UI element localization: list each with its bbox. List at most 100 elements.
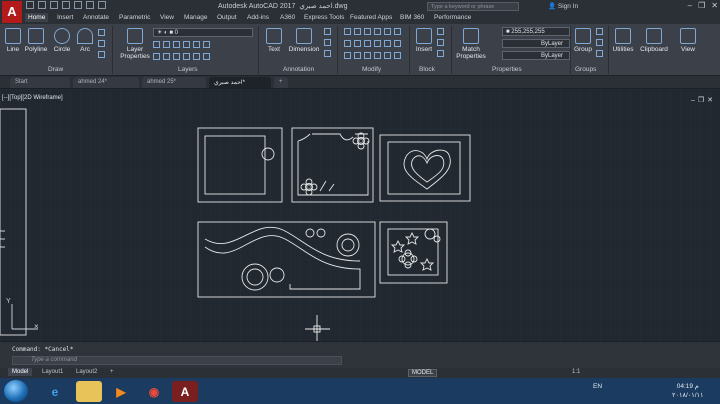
fillet-icon[interactable] bbox=[364, 40, 371, 47]
media-player-icon[interactable]: ▶ bbox=[108, 381, 134, 402]
command-input[interactable]: Type a command bbox=[12, 356, 342, 365]
doc-tab-ahmed-25[interactable]: ahmed 25* bbox=[142, 77, 206, 88]
layer-current-icon[interactable] bbox=[203, 53, 210, 60]
layer-unlock-icon[interactable] bbox=[183, 53, 190, 60]
layer-thaw-icon[interactable] bbox=[173, 53, 180, 60]
move-icon[interactable] bbox=[344, 28, 351, 35]
align-icon[interactable] bbox=[394, 52, 401, 59]
join-icon[interactable] bbox=[394, 40, 401, 47]
drawing-canvas[interactable]: Y × bbox=[0, 89, 720, 341]
viewport-restore-icon[interactable]: ❐ bbox=[698, 97, 707, 104]
viewport-close-icon[interactable]: ✕ bbox=[707, 97, 716, 104]
save-icon[interactable] bbox=[50, 1, 58, 9]
language-indicator[interactable]: EN bbox=[593, 383, 602, 390]
rectangle-icon[interactable] bbox=[98, 29, 105, 36]
model-space-button[interactable]: MODEL bbox=[408, 369, 438, 377]
layer-freeze-icon[interactable] bbox=[173, 41, 180, 48]
utilities-button[interactable]: Utilities bbox=[611, 28, 635, 53]
line-tool[interactable]: Line bbox=[3, 28, 23, 53]
layer-previous-icon[interactable] bbox=[193, 53, 200, 60]
clipboard-button[interactable]: Clipboard bbox=[640, 28, 668, 53]
panel-label-layers[interactable]: Layers bbox=[178, 66, 198, 73]
tab-annotate[interactable]: Annotate bbox=[80, 13, 112, 22]
offset-icon[interactable] bbox=[394, 28, 401, 35]
copy-icon[interactable] bbox=[344, 40, 351, 47]
panel-label-properties[interactable]: Properties bbox=[492, 66, 522, 73]
stretch2-icon[interactable] bbox=[344, 52, 351, 59]
redo-icon[interactable] bbox=[98, 1, 106, 9]
new-icon[interactable] bbox=[26, 1, 34, 9]
tab-performance[interactable]: Performance bbox=[431, 13, 474, 22]
ungroup-icon[interactable] bbox=[596, 28, 603, 35]
tab-featured-apps[interactable]: Featured Apps bbox=[347, 13, 395, 22]
linetype-dropdown[interactable]: ByLayer bbox=[502, 39, 570, 48]
doc-tab-current[interactable]: احمد صبري* bbox=[209, 77, 271, 88]
markup-icon[interactable] bbox=[324, 50, 331, 57]
explode-icon[interactable] bbox=[384, 28, 391, 35]
system-clock[interactable]: 04:19 م ٢٠١٨/٠١/١١ bbox=[672, 382, 704, 400]
scale-icon[interactable] bbox=[354, 52, 361, 59]
layer-unisolate-icon[interactable] bbox=[163, 53, 170, 60]
spline-icon[interactable] bbox=[98, 51, 105, 58]
rotate-icon[interactable] bbox=[354, 28, 361, 35]
doc-tab-ahmed-24[interactable]: ahmed 24* bbox=[73, 77, 139, 88]
break-icon[interactable] bbox=[384, 40, 391, 47]
tab-parametric[interactable]: Parametric bbox=[116, 13, 153, 22]
arc-tool[interactable]: Arc bbox=[76, 28, 94, 53]
table-icon[interactable] bbox=[324, 39, 331, 46]
lineweight-dropdown[interactable]: ByLayer bbox=[502, 51, 570, 60]
stretch-icon[interactable] bbox=[374, 40, 381, 47]
dimension-tool[interactable]: Dimension bbox=[286, 28, 322, 53]
layout-tab-model[interactable]: Model bbox=[8, 368, 33, 376]
save-as-icon[interactable] bbox=[62, 1, 70, 9]
layer-match-icon[interactable] bbox=[193, 41, 200, 48]
group-select-icon[interactable] bbox=[596, 50, 603, 57]
tab-manage[interactable]: Manage bbox=[181, 13, 211, 22]
tab-bim-360[interactable]: BIM 360 bbox=[397, 13, 427, 22]
tab-add-ins[interactable]: Add-ins bbox=[244, 13, 272, 22]
panel-label-modify[interactable]: Modify bbox=[362, 66, 381, 73]
close-icon[interactable]: ✕ bbox=[711, 1, 718, 10]
panel-label-draw[interactable]: Draw bbox=[48, 66, 63, 73]
minimize-icon[interactable]: – bbox=[688, 1, 692, 10]
edit-attributes-icon[interactable] bbox=[437, 50, 444, 57]
layer-isolate-icon[interactable] bbox=[163, 41, 170, 48]
panel-label-groups[interactable]: Groups bbox=[575, 66, 596, 73]
layer-dropdown[interactable]: ☀ ◐ ■ 0 bbox=[153, 28, 253, 37]
undo-icon[interactable] bbox=[86, 1, 94, 9]
lengthen-icon[interactable] bbox=[384, 52, 391, 59]
panel-label-annotation[interactable]: Annotation bbox=[283, 66, 314, 73]
mirror-icon[interactable] bbox=[354, 40, 361, 47]
new-layout-button[interactable]: + bbox=[106, 368, 118, 376]
create-block-icon[interactable] bbox=[437, 28, 444, 35]
file-explorer-icon[interactable] bbox=[76, 381, 102, 402]
edit-block-icon[interactable] bbox=[437, 39, 444, 46]
search-input[interactable]: Type a keyword or phrase bbox=[427, 2, 519, 11]
chrome-icon[interactable]: ◉ bbox=[141, 381, 167, 402]
new-tab-button[interactable]: + bbox=[274, 77, 288, 88]
layer-on-icon[interactable] bbox=[203, 41, 210, 48]
layer-off-icon[interactable] bbox=[153, 41, 160, 48]
layout-tab-layout1[interactable]: Layout1 bbox=[38, 368, 67, 376]
polyline-tool[interactable]: Polyline bbox=[23, 28, 49, 53]
view-button[interactable]: View bbox=[678, 28, 698, 53]
viewport-controls-label[interactable]: [--][Top][2D Wireframe] bbox=[2, 95, 63, 101]
layer-walk-icon[interactable] bbox=[153, 53, 160, 60]
insert-block-button[interactable]: Insert bbox=[413, 28, 435, 53]
circle-tool[interactable]: Circle bbox=[51, 28, 73, 53]
viewport-minimize-icon[interactable]: – bbox=[691, 97, 698, 104]
internet-explorer-icon[interactable]: e bbox=[42, 381, 68, 402]
tab-express-tools[interactable]: Express Tools bbox=[301, 13, 347, 22]
open-icon[interactable] bbox=[38, 1, 46, 9]
trim-icon[interactable] bbox=[364, 28, 371, 35]
autocad-logo[interactable]: A bbox=[2, 1, 22, 23]
drawing-area[interactable]: Y × bbox=[0, 89, 720, 341]
sign-in-button[interactable]: 👤 Sign In bbox=[548, 2, 578, 10]
scale-readout[interactable]: 1:1 bbox=[568, 368, 584, 376]
layout-tab-layout2[interactable]: Layout2 bbox=[72, 368, 101, 376]
doc-tab-start[interactable]: Start bbox=[10, 77, 70, 88]
tab-a360[interactable]: A360 bbox=[277, 13, 298, 22]
panel-label-block[interactable]: Block bbox=[419, 66, 435, 73]
start-button[interactable] bbox=[4, 380, 28, 402]
hatch-icon[interactable] bbox=[98, 40, 105, 47]
